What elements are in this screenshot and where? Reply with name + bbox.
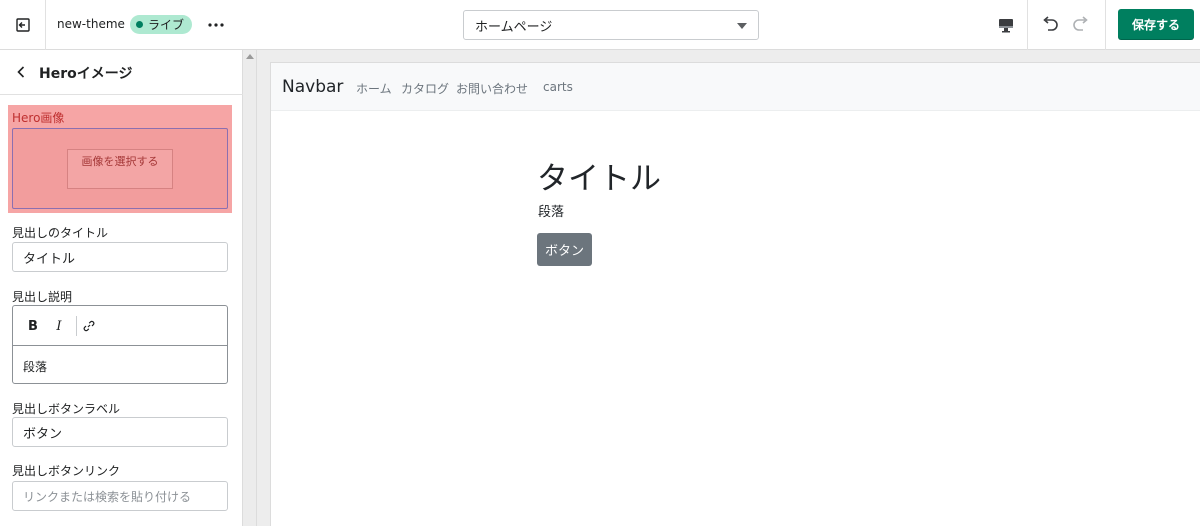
button-label-input[interactable]: ボタン — [12, 417, 228, 447]
heading-description-label: 見出し説明 — [12, 290, 73, 304]
heading-title-input[interactable]: タイトル — [12, 242, 228, 272]
live-badge-label: ライブ — [148, 18, 185, 32]
undo-icon — [1043, 16, 1058, 31]
live-dot-icon — [136, 21, 143, 28]
nav-link-carts[interactable]: carts — [543, 80, 573, 94]
navbar-brand[interactable]: Navbar — [282, 77, 343, 97]
more-horizontal-icon — [208, 23, 224, 27]
caret-down-icon — [737, 23, 747, 29]
page-selector[interactable]: ホームページ — [463, 10, 759, 40]
heading-description-text[interactable]: 段落 — [23, 358, 47, 375]
more-actions-button[interactable] — [203, 13, 229, 37]
device-preview-button[interactable] — [994, 13, 1018, 37]
back-button[interactable] — [12, 63, 30, 81]
live-status-badge: ライブ — [130, 15, 193, 34]
button-link-label: 見出しボタンリンク — [12, 464, 121, 478]
section-settings-sidebar: Heroイメージ Hero画像 画像を選択する 見出しのタイトル タイトル 見出… — [0, 50, 243, 526]
exit-icon — [15, 18, 30, 32]
italic-button[interactable]: I — [50, 317, 68, 335]
page-selector-value: ホームページ — [475, 19, 553, 35]
nav-link-home[interactable]: ホーム — [356, 80, 392, 97]
undo-button[interactable] — [1038, 12, 1062, 36]
nav-link-contact[interactable]: お問い合わせ — [456, 80, 528, 97]
preview-frame: Navbar ホーム カタログ お問い合わせ carts タイトル 段落 ボタン — [270, 62, 1200, 526]
rich-text-toolbar: B I — [13, 306, 227, 346]
hero-button[interactable]: ボタン — [537, 233, 592, 266]
nav-link-catalog[interactable]: カタログ — [401, 80, 449, 97]
bold-button[interactable]: B — [24, 317, 42, 335]
redo-icon — [1073, 16, 1088, 31]
heading-title-label: 見出しのタイトル — [12, 226, 109, 240]
redo-button[interactable] — [1069, 12, 1093, 36]
heading-description-editor[interactable]: B I 段落 — [12, 305, 228, 384]
hero-paragraph: 段落 — [538, 205, 565, 220]
hero-image-label: Hero画像 — [12, 111, 65, 125]
sidebar-header: Heroイメージ — [0, 50, 243, 95]
button-link-input[interactable]: リンクまたは検索を貼り付ける — [12, 481, 228, 511]
desktop-icon — [999, 18, 1013, 32]
image-dropzone[interactable]: 画像を選択する — [12, 128, 228, 209]
sidebar-title: Heroイメージ — [39, 66, 133, 82]
select-image-button[interactable]: 画像を選択する — [67, 149, 173, 189]
hero-title: タイトル — [537, 161, 661, 197]
toolbar-divider — [1027, 0, 1028, 50]
exit-button[interactable] — [0, 0, 46, 50]
chevron-left-icon — [17, 66, 25, 78]
save-button[interactable]: 保存する — [1118, 9, 1194, 40]
hero-image-field: Hero画像 画像を選択する — [8, 105, 232, 213]
preview-canvas: Navbar ホーム カタログ お問い合わせ carts タイトル 段落 ボタン — [257, 50, 1200, 526]
scroll-up-icon — [246, 54, 254, 59]
toolbar-divider — [1105, 0, 1106, 50]
sidebar-scrollbar[interactable] — [243, 50, 257, 526]
link-icon — [83, 320, 95, 332]
preview-navbar: Navbar ホーム カタログ お問い合わせ carts — [271, 63, 1200, 111]
top-bar: new-theme ライブ ホームページ 保存する — [0, 0, 1200, 50]
toolbar-divider — [76, 316, 77, 336]
theme-name: new-theme — [57, 17, 125, 31]
button-label-label: 見出しボタンラベル — [12, 402, 121, 416]
link-button[interactable] — [80, 317, 98, 335]
